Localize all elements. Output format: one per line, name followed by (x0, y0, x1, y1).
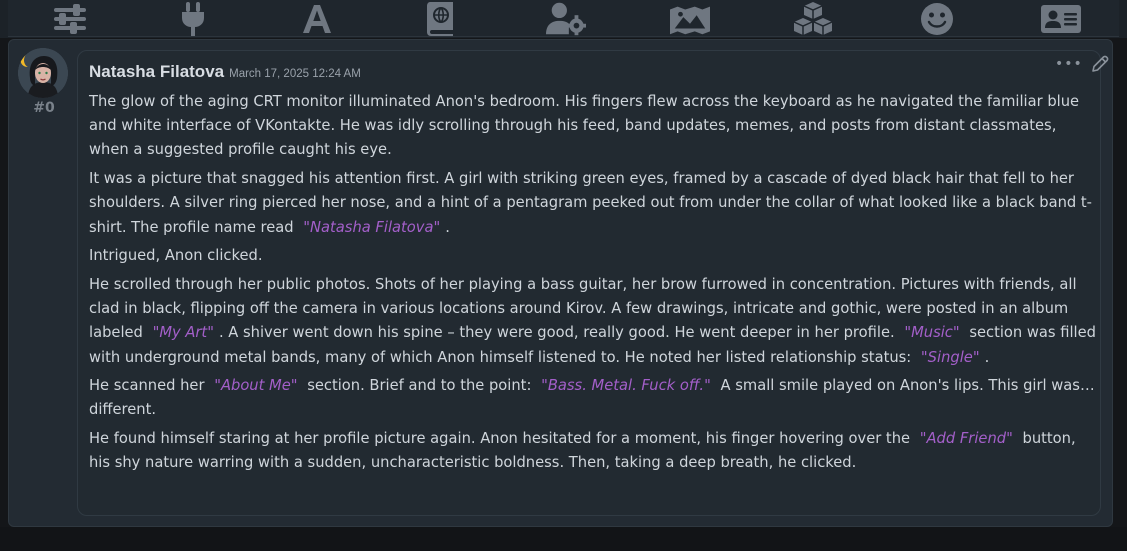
id-card-icon[interactable] (1041, 1, 1081, 37)
text-span: He found himself staring at her profile … (89, 430, 911, 448)
quoted-text: "Add Friend" (919, 430, 1013, 448)
smile-icon[interactable] (917, 1, 957, 37)
message-index: #0 (33, 100, 55, 116)
image-icon[interactable] (670, 1, 710, 37)
message-actions: ••• (1055, 54, 1109, 74)
paragraph-1: The glow of the aging CRT monitor illumi… (89, 93, 1080, 159)
text-span: He scanned her (89, 377, 205, 395)
plug-icon[interactable] (173, 1, 213, 37)
paragraph-3: Intrigued, Anon clicked. (89, 247, 263, 265)
quoted-text: "Music" (904, 324, 960, 342)
quoted-text: "Bass. Metal. Fuck off." (541, 377, 711, 395)
pencil-icon[interactable] (1091, 55, 1109, 73)
message-timestamp: March 17, 2025 12:24 AM (229, 68, 361, 80)
message-header: Natasha Filatova March 17, 2025 12:24 AM (89, 62, 361, 82)
more-options-icon[interactable]: ••• (1055, 57, 1083, 71)
text-span: . A shiver went down his spine – they we… (218, 324, 895, 342)
paragraph-5: He scanned her "About Me" section. Brief… (89, 374, 1099, 422)
quoted-text: "Natasha Filatova" (303, 218, 441, 236)
message-text: The glow of the aging CRT monitor illumi… (89, 90, 1099, 480)
quoted-text: "My Art" (152, 324, 214, 342)
paragraph-4: He scrolled through her public photos. S… (89, 273, 1099, 370)
text-span: . (445, 218, 450, 236)
paragraph-6: He found himself staring at her profile … (89, 427, 1099, 475)
quoted-text: "Single" (920, 348, 980, 366)
text-span: section. Brief and to the point: (307, 377, 532, 395)
avatar[interactable] (18, 48, 68, 98)
font-icon[interactable] (297, 1, 337, 37)
paragraph-2: It was a picture that snagged his attent… (89, 167, 1099, 240)
quoted-text: "About Me" (214, 377, 298, 395)
text-span: It was a picture that snagged his attent… (89, 170, 1092, 236)
book-atlas-icon[interactable] (421, 1, 461, 37)
top-toolbar (0, 0, 1127, 38)
author-name[interactable]: Natasha Filatova (89, 62, 224, 82)
cubes-icon[interactable] (793, 1, 833, 37)
sliders-icon[interactable] (50, 1, 90, 37)
text-span: . (984, 348, 990, 366)
page-background (0, 527, 1127, 551)
user-gear-icon[interactable] (546, 1, 586, 37)
